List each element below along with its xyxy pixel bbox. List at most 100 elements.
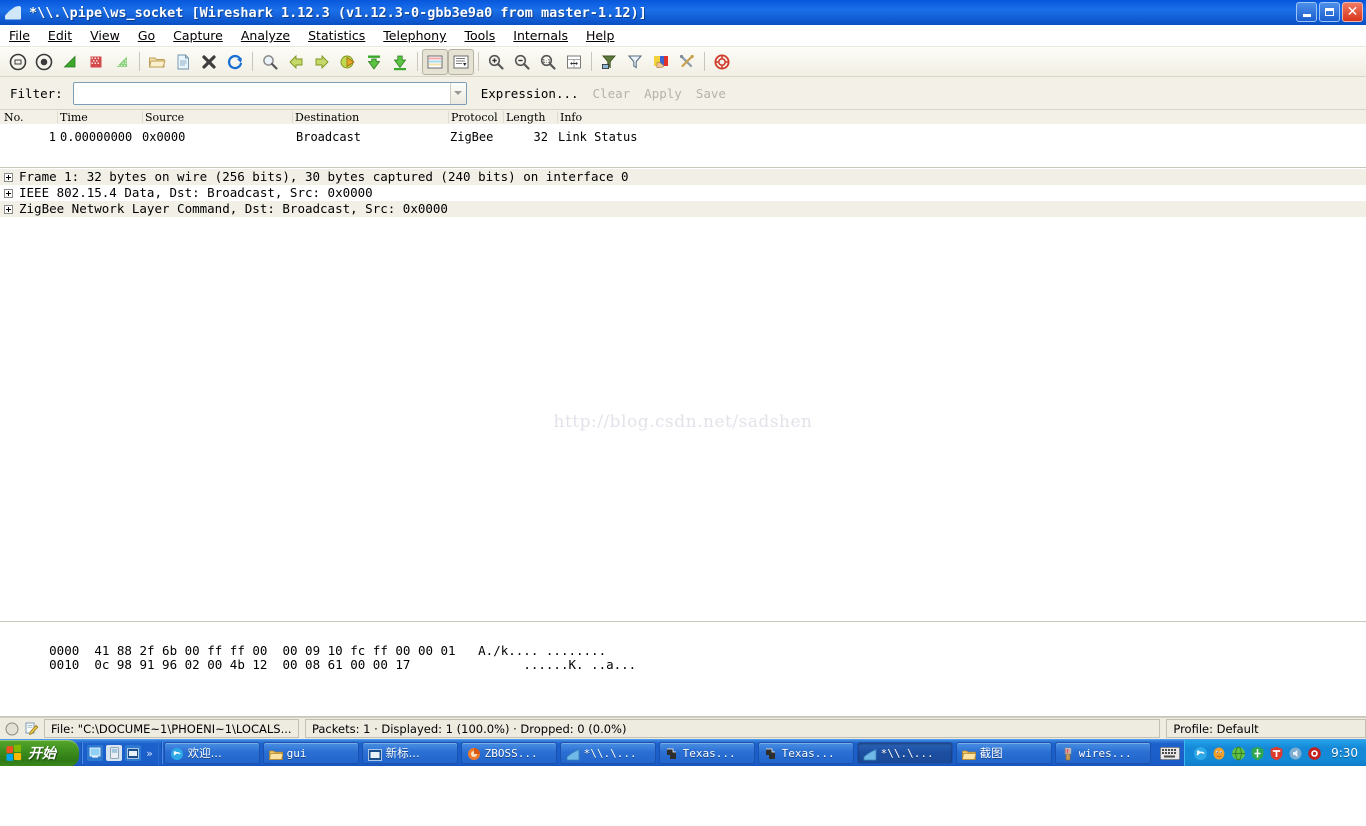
go-to-last-icon[interactable]	[387, 49, 413, 75]
menu-internals[interactable]: Internals	[504, 27, 577, 44]
capture-comment-icon[interactable]	[24, 721, 39, 736]
task-button-welcome[interactable]: 欢迎...	[163, 742, 260, 764]
preferences-icon[interactable]	[674, 49, 700, 75]
taskbar-clock[interactable]: 9:30	[1331, 746, 1358, 760]
window-controls: ✕	[1296, 2, 1363, 22]
packet-details-pane[interactable]: Frame 1: 32 bytes on wire (256 bits), 30…	[0, 169, 1366, 622]
column-header-time[interactable]: Time	[57, 111, 88, 124]
shield-tray-icon[interactable]	[1250, 746, 1265, 761]
browser-tray-icon[interactable]	[1231, 746, 1246, 761]
menu-internals-label: Internals	[513, 28, 568, 43]
table-row[interactable]: 1 0.00000000 0x0000 Broadcast ZigBee 32 …	[0, 130, 1366, 144]
quick-launch-overflow[interactable]: »	[144, 747, 155, 760]
start-capture-icon[interactable]	[57, 49, 83, 75]
menu-help[interactable]: Help	[577, 27, 624, 44]
task-button-texas-2[interactable]: Texas...	[757, 742, 854, 764]
expand-plus-icon[interactable]	[4, 172, 13, 182]
close-file-icon[interactable]	[196, 49, 222, 75]
column-header-source[interactable]: Source	[142, 111, 184, 124]
auto-scroll-toggle-icon[interactable]	[448, 48, 474, 75]
go-forward-icon[interactable]	[309, 49, 335, 75]
task-button-label: *\\.\...	[583, 746, 637, 760]
menu-tools[interactable]: Tools	[455, 27, 504, 44]
column-header-length[interactable]: Length	[503, 111, 545, 124]
zoom-in-icon[interactable]	[483, 49, 509, 75]
go-to-first-icon[interactable]	[361, 49, 387, 75]
filter-apply-button[interactable]: Apply	[644, 86, 682, 101]
menu-edit[interactable]: Edit	[39, 27, 81, 44]
go-back-icon[interactable]	[283, 49, 309, 75]
keyboard-icon[interactable]	[1160, 742, 1181, 764]
task-button-screenshots[interactable]: 截图	[955, 742, 1052, 764]
detail-row-frame[interactable]: Frame 1: 32 bytes on wire (256 bits), 30…	[0, 169, 1366, 185]
interfaces-icon[interactable]	[5, 49, 31, 75]
display-filters-icon[interactable]	[622, 49, 648, 75]
chevron-down-icon[interactable]	[449, 82, 466, 104]
minimize-button[interactable]	[1296, 2, 1317, 22]
help-icon[interactable]	[709, 49, 735, 75]
task-button-texas-1[interactable]: Texas...	[658, 742, 755, 764]
task-button-zboss[interactable]: ZBOSS...	[460, 742, 557, 764]
capture-options-icon[interactable]	[31, 49, 57, 75]
start-button[interactable]: 开始	[0, 739, 80, 767]
menu-view[interactable]: View	[81, 27, 129, 44]
security-tray-icon[interactable]	[1269, 746, 1284, 761]
qq-tray-icon[interactable]	[1212, 746, 1227, 761]
maximize-button[interactable]	[1319, 2, 1340, 22]
zoom-reset-icon[interactable]: 1:1	[535, 49, 561, 75]
capture-filters-icon[interactable]	[596, 49, 622, 75]
terminal-icon[interactable]	[125, 745, 142, 761]
wireshark-fin-icon	[3, 4, 23, 22]
detail-row-ieee802154[interactable]: IEEE 802.15.4 Data, Dst: Broadcast, Src:…	[0, 185, 1366, 201]
reload-icon[interactable]	[222, 49, 248, 75]
save-file-icon[interactable]	[170, 49, 196, 75]
packet-list-pane[interactable]: No. Time Source Destination Protocol Len…	[0, 110, 1366, 168]
task-button-label: 欢迎...	[187, 746, 222, 760]
task-button-wireshark-2[interactable]: *\\.\...	[856, 742, 953, 764]
quick-launch-bar: »	[84, 739, 159, 767]
menu-statistics[interactable]: Statistics	[299, 27, 374, 44]
find-packet-icon[interactable]	[257, 49, 283, 75]
hex-offset: 0010	[49, 657, 80, 672]
task-button-gui[interactable]: gui	[262, 742, 359, 764]
column-header-info[interactable]: Info	[557, 111, 582, 124]
expand-plus-icon[interactable]	[4, 204, 13, 214]
menu-telephony[interactable]: Telephony	[374, 27, 455, 44]
detail-row-zigbee[interactable]: ZigBee Network Layer Command, Dst: Broad…	[0, 201, 1366, 217]
filter-clear-button[interactable]: Clear	[593, 86, 631, 101]
paint-icon	[1061, 746, 1075, 761]
menu-go[interactable]: Go	[129, 27, 164, 44]
volume-tray-icon[interactable]	[1288, 746, 1303, 761]
filter-combobox[interactable]	[72, 81, 467, 105]
ti-icon	[665, 746, 679, 760]
close-button[interactable]: ✕	[1342, 2, 1363, 22]
status-profile[interactable]: Profile: Default	[1166, 719, 1366, 738]
task-button-wireshark-1[interactable]: *\\.\...	[559, 742, 656, 764]
filter-save-button[interactable]: Save	[696, 86, 726, 101]
menu-analyze[interactable]: Analyze	[232, 27, 299, 44]
coloring-rules-icon[interactable]	[648, 49, 674, 75]
filter-input[interactable]	[73, 82, 450, 104]
antivirus-tray-icon[interactable]	[1307, 746, 1322, 761]
task-button-newtab[interactable]: 新标...	[361, 742, 458, 764]
go-to-packet-icon[interactable]	[335, 49, 361, 75]
task-button-wires[interactable]: wires...	[1054, 742, 1151, 764]
filter-expression-button[interactable]: Expression...	[481, 86, 579, 101]
column-header-protocol[interactable]: Protocol	[448, 111, 498, 124]
expert-info-circle-icon[interactable]	[5, 722, 19, 736]
show-desktop-icon[interactable]	[87, 745, 104, 761]
stop-capture-icon[interactable]	[83, 49, 109, 75]
menu-capture[interactable]: Capture	[164, 27, 232, 44]
restart-capture-icon[interactable]	[109, 49, 135, 75]
column-header-destination[interactable]: Destination	[292, 111, 359, 124]
zoom-out-icon[interactable]	[509, 49, 535, 75]
open-file-icon[interactable]	[144, 49, 170, 75]
expand-plus-icon[interactable]	[4, 188, 13, 198]
colorize-toggle-icon[interactable]	[422, 48, 448, 75]
media-player-icon[interactable]	[106, 745, 123, 761]
column-header-no[interactable]: No.	[2, 111, 24, 124]
menu-file[interactable]: File	[0, 27, 39, 44]
resize-columns-icon[interactable]	[561, 49, 587, 75]
packet-bytes-pane[interactable]: 0000 41 88 2f 6b 00 ff ff 00 00 09 10 fc…	[0, 623, 1366, 717]
explorer-tray-icon[interactable]	[1193, 746, 1208, 761]
